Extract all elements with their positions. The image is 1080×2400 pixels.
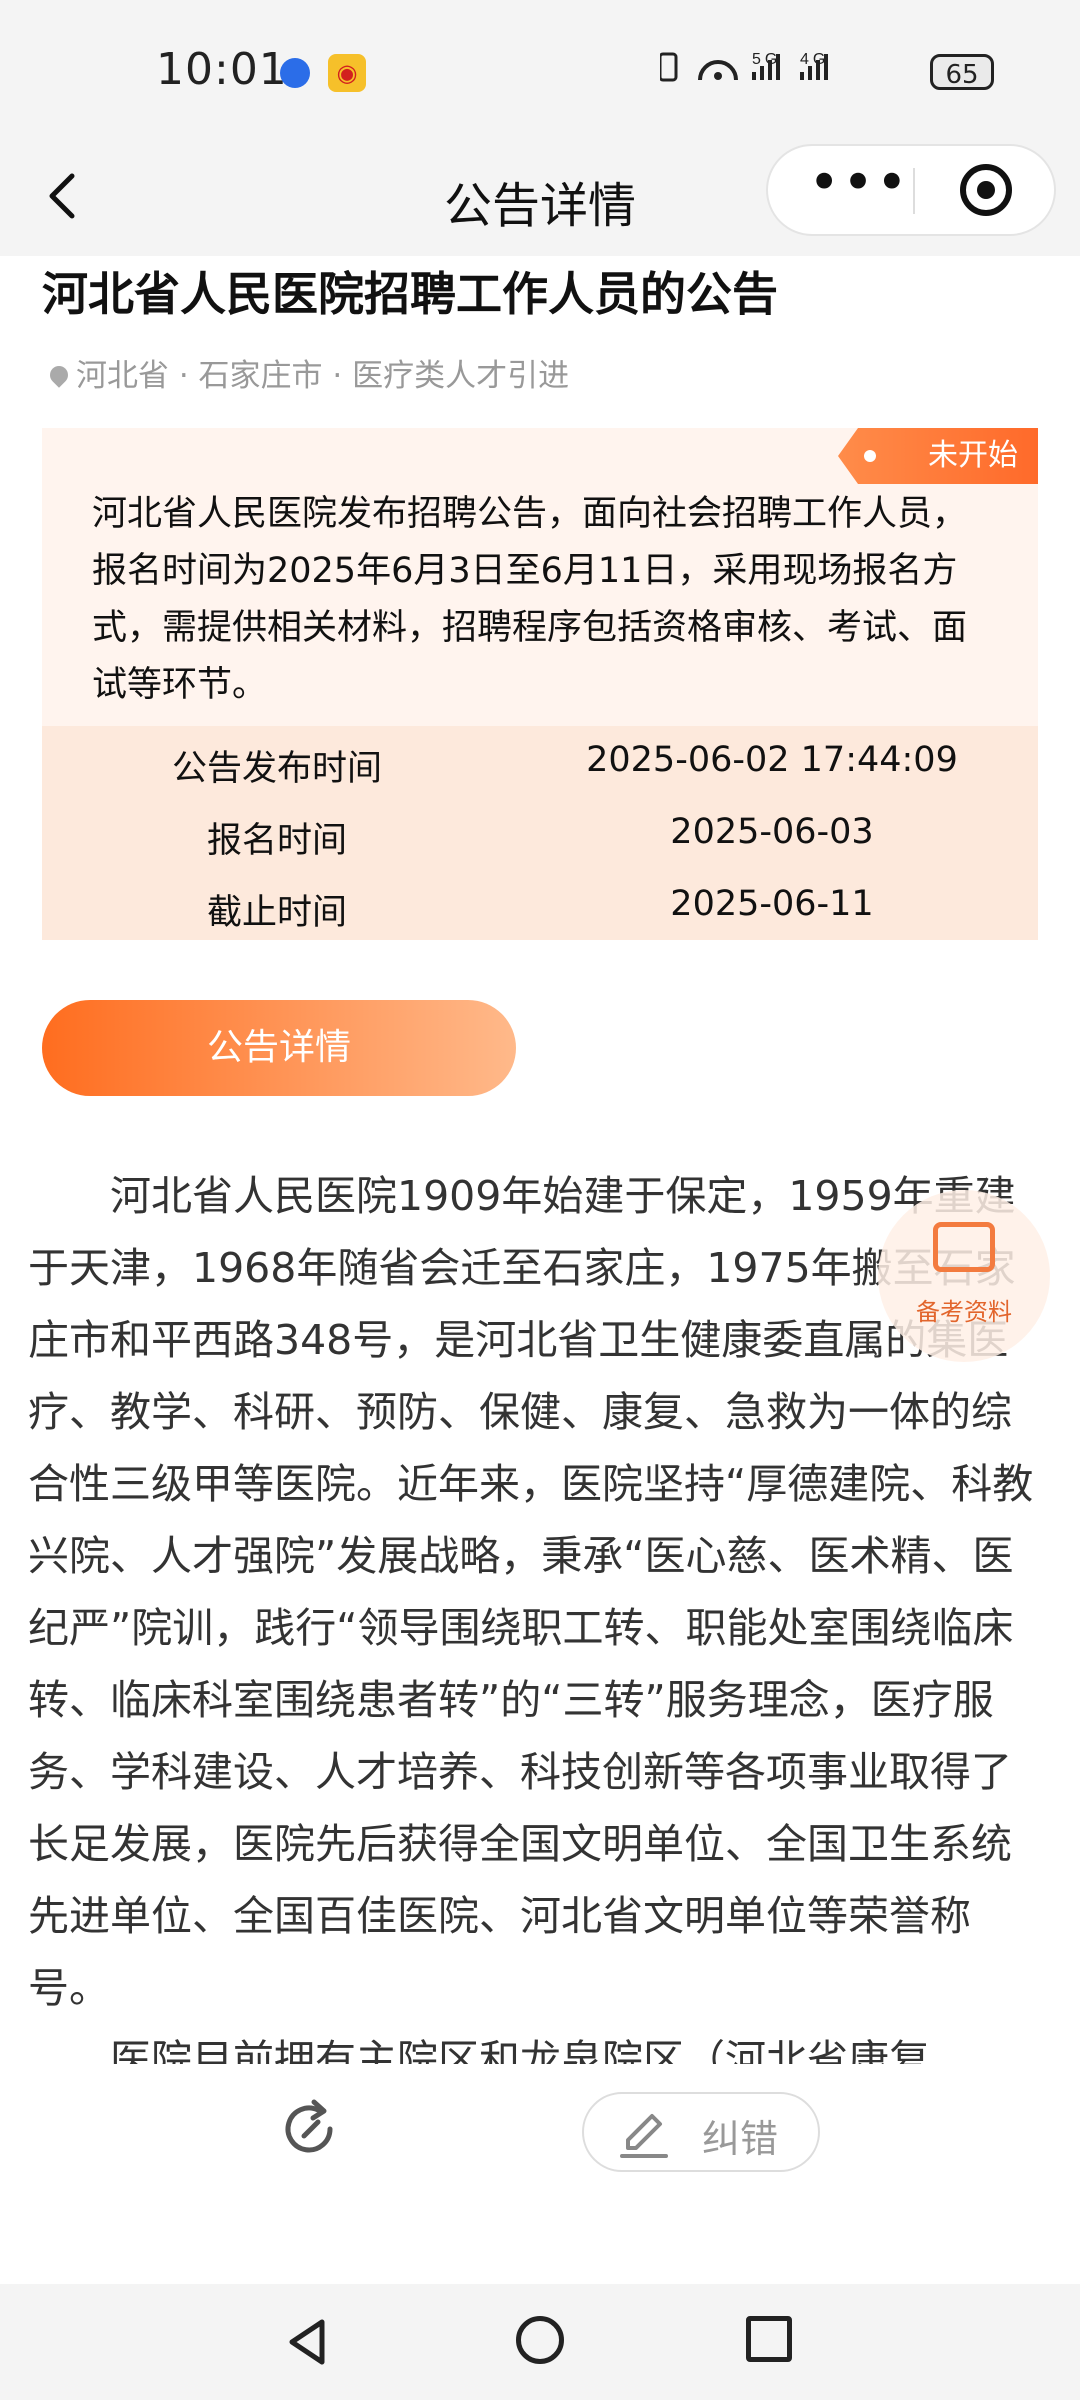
nav-back-icon[interactable] xyxy=(280,2314,336,2370)
status-badge: 未开始 xyxy=(838,428,1038,484)
nav-home-icon[interactable] xyxy=(516,2316,564,2364)
info-table: 公告发布时间 2025-06-02 17:44:09 报名时间 2025-06-… xyxy=(42,726,1038,940)
weibo-app-icon: ◉ xyxy=(328,54,366,92)
notice-detail-button[interactable]: 公告详情 xyxy=(42,1000,516,1096)
info-value: 2025-06-11 xyxy=(670,884,874,924)
study-material-float-button[interactable]: 备考资料 xyxy=(878,1190,1050,1362)
folder-icon xyxy=(933,1222,995,1272)
pen-edit-icon xyxy=(620,2114,668,2158)
info-label: 公告发布时间 xyxy=(171,749,382,789)
info-value: 2025-06-03 xyxy=(670,812,874,852)
notice-location: 河北省 · 石家庄市 · 医疗类人才引进 xyxy=(46,350,570,395)
refresh-icon[interactable] xyxy=(274,2094,344,2164)
info-row-publish: 公告发布时间 2025-06-02 17:44:09 xyxy=(42,726,1038,798)
status-time: 10:01 xyxy=(156,44,288,95)
browser-app-icon xyxy=(280,58,310,88)
location-text: 河北省 · 石家庄市 · 医疗类人才引进 xyxy=(76,358,570,394)
capsule-divider xyxy=(913,168,915,214)
status-bar: 10:01 ◉ 5G 4G 65 xyxy=(0,0,1080,140)
info-row-deadline: 截止时间 2025-06-11 xyxy=(42,870,1038,942)
status-dot-icon xyxy=(864,450,876,462)
location-pin-icon xyxy=(46,362,72,388)
study-material-label: 备考资料 xyxy=(916,1298,1012,1326)
report-error-button[interactable]: 纠错 xyxy=(582,2092,820,2172)
page-header: 公告详情 ••• xyxy=(0,140,1080,256)
signal-icons: 5G 4G xyxy=(658,46,880,95)
info-value: 2025-06-02 17:44:09 xyxy=(586,740,958,780)
status-text: 未开始 xyxy=(928,438,1018,473)
info-label: 截止时间 xyxy=(206,893,347,933)
more-options-icon[interactable]: ••• xyxy=(804,156,914,220)
network-signal-icon: 5G 4G xyxy=(658,51,828,82)
info-label: 报名时间 xyxy=(206,821,347,861)
close-target-icon[interactable] xyxy=(960,164,1012,216)
battery-indicator: 65 xyxy=(930,54,994,90)
summary-card: 未开始 河北省人民医院发布招聘公告，面向社会招聘工作人员，报名时间为2025年6… xyxy=(42,428,1038,940)
info-row-signup: 报名时间 2025-06-03 xyxy=(42,798,1038,870)
bottom-action-bar: 纠错 xyxy=(0,2064,1080,2284)
system-navigation-bar xyxy=(0,2284,1080,2400)
mini-program-capsule: ••• xyxy=(766,144,1056,236)
article-paragraph: 医院目前拥有主院区和龙泉院区（河北省康复 xyxy=(110,2036,930,2064)
report-error-label: 纠错 xyxy=(702,2117,779,2161)
notice-summary: 河北省人民医院发布招聘公告，面向社会招聘工作人员，报名时间为2025年6月3日至… xyxy=(92,494,968,705)
notice-title: 河北省人民医院招聘工作人员的公告 xyxy=(42,267,778,321)
nav-recent-apps-icon[interactable] xyxy=(746,2316,792,2362)
